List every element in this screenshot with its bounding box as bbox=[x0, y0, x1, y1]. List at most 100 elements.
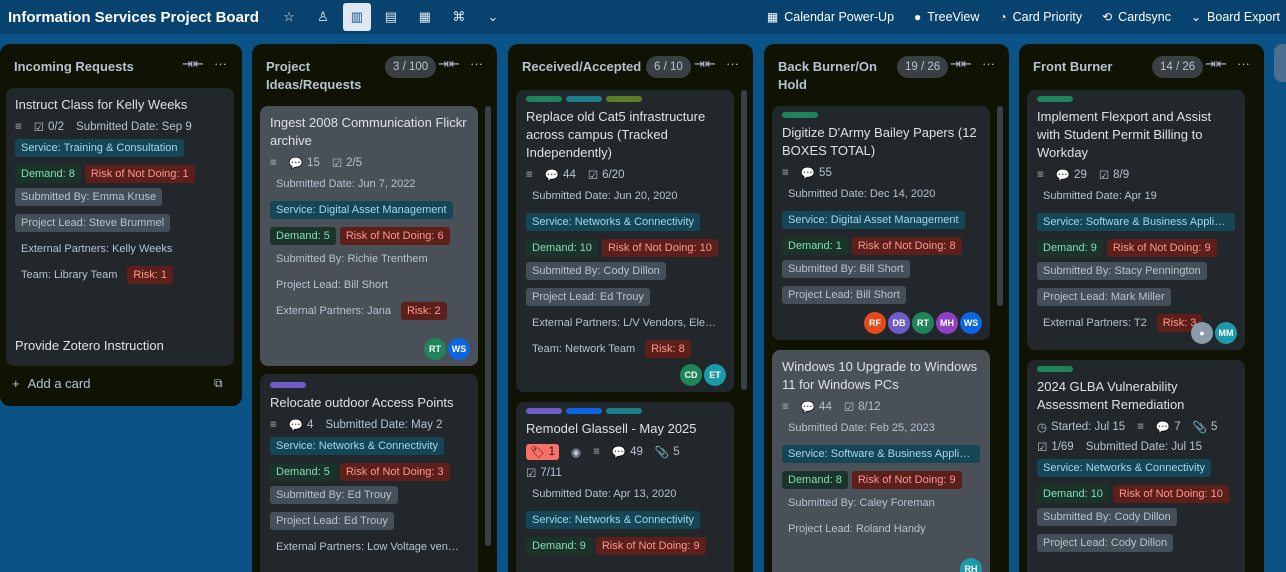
description-icon: ≡ bbox=[782, 167, 789, 179]
list-menu-icon[interactable]: ··· bbox=[214, 56, 227, 71]
board-export-button[interactable]: ⌄ Board Export bbox=[1191, 10, 1280, 24]
avatar[interactable]: RT bbox=[912, 312, 934, 334]
avatar[interactable]: MM bbox=[1215, 322, 1237, 344]
submitted-date-field: Submitted Date: Jun 20, 2020 bbox=[532, 190, 678, 202]
board-view-icon[interactable]: ▥ bbox=[342, 3, 371, 31]
avatar[interactable]: ● bbox=[1191, 322, 1213, 344]
comments-badge: 💬 44 bbox=[800, 401, 832, 414]
chevron-down-icon[interactable]: ⌄ bbox=[479, 3, 507, 31]
table-view-icon[interactable]: ▤ bbox=[377, 3, 405, 31]
list-menu-icon[interactable]: ··· bbox=[982, 56, 995, 71]
cardsync-button[interactable]: ⟲ Cardsync bbox=[1102, 10, 1171, 24]
comments-badge: 💬 49 bbox=[611, 446, 643, 459]
collapse-icon[interactable]: ⇥⇤ bbox=[182, 56, 204, 72]
card-title: Provide Zotero Instruction bbox=[15, 338, 164, 353]
submitted-by-field: Submitted By: Ed Trouy bbox=[270, 486, 398, 504]
board-title[interactable]: Information Services Project Board bbox=[8, 9, 259, 26]
list-count-badge: 3 / 100 bbox=[385, 56, 437, 78]
avatar[interactable]: RT bbox=[424, 338, 446, 360]
risk-not-doing-field: Risk of Not Doing: 6 bbox=[339, 227, 450, 245]
checklist-badge: ☑ 7/11 bbox=[526, 467, 562, 480]
checklist-badge: ☑ 8/9 bbox=[1098, 169, 1130, 182]
star-icon[interactable]: ☆ bbox=[275, 3, 303, 31]
demand-field: Demand: 5 bbox=[270, 463, 336, 481]
collapse-icon[interactable]: ⇥⇤ bbox=[694, 56, 716, 72]
card-instruct-class[interactable]: Instruct Class for Kelly Weeks ≡ ☑ 0/2 Sub… bbox=[6, 88, 234, 366]
attachments-badge: 📎 5 bbox=[654, 446, 680, 459]
list-next-partial[interactable] bbox=[1274, 44, 1286, 82]
label-purple bbox=[526, 408, 562, 414]
treeview-button[interactable]: ● TreeView bbox=[914, 10, 979, 24]
collapse-icon[interactable]: ⇥⇤ bbox=[1205, 56, 1227, 72]
card-implement-flexport[interactable]: Implement Flexport and Assist with Stude… bbox=[1027, 90, 1245, 350]
label-green bbox=[782, 112, 818, 118]
description-icon: ≡ bbox=[782, 401, 789, 413]
template-icon[interactable]: ⧉ bbox=[214, 376, 223, 391]
list-title[interactable]: Project Ideas/Requests bbox=[266, 58, 376, 94]
card-title: Ingest 2008 Communication Flickr archive bbox=[270, 115, 467, 148]
avatar[interactable]: CD bbox=[680, 364, 702, 386]
list-count-badge: 14 / 26 bbox=[1152, 56, 1204, 78]
risk-not-doing-field: Risk of Not Doing: 10 bbox=[601, 239, 718, 257]
card-ingest-flickr[interactable]: Ingest 2008 Communication Flickr archive… bbox=[260, 106, 478, 366]
list-title[interactable]: Incoming Requests bbox=[14, 58, 134, 76]
card-replace-cat5[interactable]: Replace old Cat5 infrastructure across c… bbox=[516, 90, 734, 392]
scrollbar[interactable] bbox=[485, 106, 491, 546]
add-card-button[interactable]: + Add a card bbox=[12, 376, 90, 391]
card-priority-button[interactable]: ◔ Card Priority bbox=[999, 10, 1082, 24]
service-field: Service: Training & Consultation bbox=[15, 139, 184, 157]
demand-field: Demand: 10 bbox=[526, 239, 598, 257]
service-field: Service: Networks & Connectivity bbox=[526, 511, 700, 529]
submitted-date-field: Submitted Date: Dec 14, 2020 bbox=[788, 188, 936, 200]
priority-icon: ◔ bbox=[999, 10, 1007, 24]
list-title[interactable]: Received/Accepted bbox=[522, 58, 641, 76]
comments-badge: 💬 15 bbox=[288, 157, 320, 170]
list-menu-icon[interactable]: ··· bbox=[726, 56, 739, 71]
description-icon: ≡ bbox=[15, 121, 22, 133]
submitted-by-field: Submitted By: Bill Short bbox=[782, 260, 910, 278]
map-view-icon[interactable]: ⌘ bbox=[445, 3, 473, 31]
external-partners-field: External Partners: Low Voltage vendo... bbox=[276, 541, 468, 553]
visibility-icon[interactable]: ♙ bbox=[309, 3, 337, 31]
avatar[interactable]: DB bbox=[888, 312, 910, 334]
scrollbar[interactable] bbox=[741, 90, 747, 390]
submitted-by-field: Submitted By: Emma Kruse bbox=[15, 188, 163, 206]
comments-badge: 💬 44 bbox=[544, 169, 576, 182]
collapse-icon[interactable]: ⇥⇤ bbox=[438, 56, 460, 72]
service-field: Service: Software & Business Applicat... bbox=[1037, 213, 1235, 231]
card-glba-remediation[interactable]: 2024 GLBA Vulnerability Assessment Remed… bbox=[1027, 360, 1245, 572]
avatar[interactable]: WS bbox=[960, 312, 982, 334]
project-lead-field: Project Lead: Ed Trouy bbox=[526, 288, 650, 306]
card-remodel-glassell[interactable]: Remodel Glassell - May 2025 🏷 1 ◉ ≡ 💬 49 📎 5… bbox=[516, 402, 734, 572]
avatar[interactable]: ET bbox=[704, 364, 726, 386]
list-menu-icon[interactable]: ··· bbox=[470, 56, 483, 71]
list-title[interactable]: Front Burner bbox=[1033, 58, 1112, 76]
card-windows-11-upgrade[interactable]: Windows 10 Upgrade to Windows 11 for Win… bbox=[772, 350, 990, 572]
project-lead-field: Project Lead: Roland Handy bbox=[788, 523, 926, 535]
card-title: Windows 10 Upgrade to Windows 11 for Win… bbox=[782, 359, 978, 392]
collapse-icon[interactable]: ⇥⇤ bbox=[950, 56, 972, 72]
scrollbar[interactable] bbox=[997, 106, 1003, 306]
avatar[interactable]: RF bbox=[864, 312, 886, 334]
label-green bbox=[526, 96, 562, 102]
service-field: Service: Software & Business Applicat... bbox=[782, 445, 980, 463]
list-front-burner: Front Burner 14 / 26 ⇥⇤ ··· Implement Fl… bbox=[1019, 44, 1264, 572]
card-title: Digitize D'Army Bailey Papers (12 BOXES … bbox=[782, 125, 977, 158]
card-members: RF DB RT MH WS bbox=[864, 312, 982, 334]
avatar[interactable]: MH bbox=[936, 312, 958, 334]
card-relocate-access-points[interactable]: Relocate outdoor Access Points ≡ 💬 4 Submi… bbox=[260, 374, 478, 572]
avatar[interactable]: WS bbox=[448, 338, 470, 360]
submitted-date-field: Submitted Date: Jun 7, 2022 bbox=[276, 178, 416, 190]
list-title[interactable]: Back Burner/On Hold bbox=[778, 58, 888, 94]
avatar[interactable]: RH bbox=[960, 558, 982, 572]
card-title: Replace old Cat5 infrastructure across c… bbox=[526, 109, 706, 160]
label-green bbox=[1037, 96, 1073, 102]
card-zotero-instruction[interactable]: Provide Zotero Instruction bbox=[6, 330, 234, 360]
calendar-view-icon[interactable]: ▦ bbox=[411, 3, 439, 31]
card-digitize-bailey[interactable]: Digitize D'Army Bailey Papers (12 BOXES … bbox=[772, 106, 990, 340]
list-project-ideas: Project Ideas/Requests 3 / 100 ⇥⇤ ··· In… bbox=[252, 44, 497, 572]
risk-field: Risk: 2 bbox=[400, 302, 447, 320]
list-menu-icon[interactable]: ··· bbox=[1237, 56, 1250, 71]
description-icon: ≡ bbox=[526, 169, 533, 181]
calendar-powerup-button[interactable]: ▦ Calendar Power-Up bbox=[767, 10, 894, 24]
